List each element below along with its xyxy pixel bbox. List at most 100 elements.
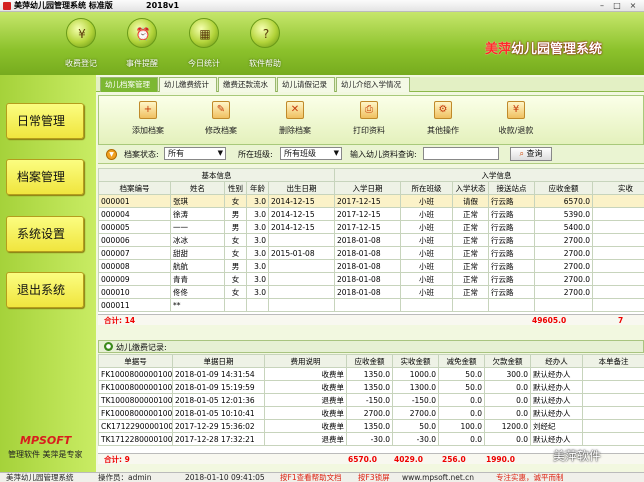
table-row[interactable]: FK1000800000100002018-01-09 14:31:54收费单1…: [98, 367, 644, 381]
table-row[interactable]: 000009青青女3.0 2018-01-08小班正常行云路2700.02: [98, 272, 644, 286]
col-header[interactable]: 实收金额: [392, 354, 439, 368]
col-header[interactable]: 姓名: [170, 181, 225, 195]
col-header[interactable]: 本单备注: [582, 354, 644, 368]
status-website[interactable]: www.mpsoft.net.cn: [402, 473, 474, 482]
table-cell: 小班: [400, 207, 453, 221]
status-lock-hint[interactable]: 按F3锁屏: [358, 473, 390, 482]
print-button[interactable]: ⎙ 打印资料: [343, 99, 395, 139]
table-row[interactable]: 000006冰冰女3.0 2018-01-08小班正常行云路2700.02: [98, 233, 644, 247]
table-row[interactable]: 000011 **: [98, 298, 644, 312]
table-row[interactable]: 000001 张琪女 3.0 2014-12-15 2017-12-15 小班 请假 行云路 6…: [98, 194, 644, 208]
tab-payment-flow[interactable]: 缴费还款流水: [218, 77, 276, 92]
sidebar-item-system-settings[interactable]: 系统设置: [6, 216, 84, 252]
table-row[interactable]: FK1000800000100002018-01-05 10:10:41收费单2…: [98, 406, 644, 420]
toolbar-fee-register-button[interactable]: ¥ 收费登记: [53, 16, 109, 72]
table-cell: 收费单: [264, 380, 347, 394]
toolbar-help-button[interactable]: ? 软件帮助: [237, 16, 293, 72]
table-cell: 0.0: [438, 432, 485, 446]
table-cell: 小班: [400, 233, 453, 247]
other-actions-button[interactable]: ⚙ 其他操作: [417, 99, 469, 139]
sidebar-item-records-management[interactable]: 档案管理: [6, 159, 84, 195]
table-row[interactable]: TK1000800000100002018-01-05 12:01:36退费单-…: [98, 393, 644, 407]
col-header[interactable]: 入学状态: [452, 181, 489, 195]
col-header[interactable]: 单据号: [98, 354, 173, 368]
col-header[interactable]: 减免金额: [438, 354, 485, 368]
table-row[interactable]: CK1712290000100002017-12-29 15:36:02收费单1…: [98, 419, 644, 433]
status-filter-select[interactable]: 所有 ▼: [164, 147, 226, 160]
col-header[interactable]: 年龄: [246, 181, 269, 195]
table-cell: 6570.0: [534, 194, 593, 208]
col-header[interactable]: 实收: [591, 181, 644, 195]
add-record-button[interactable]: + 添加档案: [122, 99, 174, 139]
action-label: 修改档案: [205, 126, 237, 135]
tab-enrollment-referral[interactable]: 幼儿介绍入学情况: [336, 77, 410, 92]
search-label: 输入幼儿资料查询:: [350, 150, 417, 159]
table-row[interactable]: 000010佟佟女3.0 2018-01-08小班正常行云路2700.02: [98, 285, 644, 299]
table-row[interactable]: TK1712280000100002017-12-28 17:32:21退费单-…: [98, 432, 644, 446]
edit-icon: ✎: [212, 101, 230, 119]
col-header[interactable]: 所在班级: [400, 181, 453, 195]
delete-record-button[interactable]: ✕ 删除档案: [269, 99, 321, 139]
col-header[interactable]: 欠款金额: [484, 354, 531, 368]
table-cell: 默认经办人: [530, 393, 583, 407]
table-cell: 2018-01-08: [334, 259, 401, 273]
action-label: 收款/退款: [498, 126, 534, 135]
close-button[interactable]: ×: [626, 0, 640, 11]
col-header[interactable]: 性别: [224, 181, 247, 195]
table-cell: 2700.0: [392, 406, 439, 420]
chevron-down-icon: ▼: [333, 149, 339, 157]
table-cell: 2018-01-05 12:01:36: [172, 393, 265, 407]
tab-leave-records[interactable]: 幼儿请假记录: [277, 77, 335, 92]
table-cell: 2018-01-08: [334, 246, 401, 260]
table-cell: 0.0: [484, 432, 531, 446]
col-header[interactable]: 入学日期: [334, 181, 401, 195]
sidebar-item-exit-system[interactable]: 退出系统: [6, 272, 84, 308]
table-cell: 2: [591, 259, 644, 273]
records-table-container[interactable]: 基本信息 入学信息 档案编号 姓名 性别 年龄 出生日期 入学日期 所在班级 入学状态 接送站点…: [98, 168, 644, 314]
table-cell: 行云路: [488, 194, 535, 208]
table-cell: 0.0: [438, 393, 485, 407]
calendar-icon: ▦: [189, 18, 219, 48]
table-row[interactable]: FK1000800000100002018-01-09 15:19:59收费单1…: [98, 380, 644, 394]
payment-refund-button[interactable]: ¥ 收款/退款: [490, 99, 542, 139]
col-header[interactable]: 应收金额: [346, 354, 393, 368]
table-cell: TK100080000010000: [98, 393, 173, 407]
search-button[interactable]: ⌕ 查询: [510, 147, 552, 161]
table-row[interactable]: 000004 徐涛男 3.0 2014-12-15 2017-12-15 小班 正常 行云路 5…: [98, 207, 644, 221]
col-header[interactable]: 单据日期: [172, 354, 265, 368]
table-cell: [534, 298, 593, 312]
table-cell: 1350.0: [346, 367, 393, 381]
table-row[interactable]: 000008航航男3.0 2018-01-08小班正常行云路2700.02: [98, 259, 644, 273]
table-row[interactable]: 000005 一一男 3.0 2014-12-15 2017-12-15 小班 正常 行云路 5…: [98, 220, 644, 234]
table-cell: 3.0: [246, 246, 269, 260]
table-cell: 小班: [400, 220, 453, 234]
tab-fee-statistics[interactable]: 幼儿缴费统计: [159, 77, 217, 92]
minimize-button[interactable]: –: [595, 0, 609, 11]
table-cell: 行云路: [488, 259, 535, 273]
table-cell: 2017-12-28 17:32:21: [172, 432, 265, 446]
status-bar: 美萍幼儿园管理系统 操作员：admin 2018-01-10 09:41:05 …: [0, 472, 644, 482]
search-input[interactable]: [423, 147, 499, 160]
table-cell: 行云路: [488, 220, 535, 234]
payments-discount-total: 256.0: [442, 455, 466, 464]
table-cell: 2017-12-15: [334, 207, 401, 221]
tab-child-records[interactable]: 幼儿档案管理: [100, 77, 158, 92]
table-cell: [268, 233, 335, 247]
table-row[interactable]: 000007 甜甜女 3.0 2015-01-08 2018-01-08 小班 正常 行云路 2…: [98, 246, 644, 260]
toolbar-today-stats-button[interactable]: ▦ 今日统计: [176, 16, 232, 72]
toolbar-event-reminder-button[interactable]: ⏰ 事件提醒: [114, 16, 170, 72]
payments-table-container[interactable]: 单据号 单据日期 费用说明 应收金额 实收金额 减免金额 欠款金额 经办人 本单备注 FK100…: [98, 354, 644, 453]
col-header[interactable]: 接送站点: [488, 181, 535, 195]
col-header[interactable]: 档案编号: [98, 181, 171, 195]
maximize-button[interactable]: □: [610, 0, 624, 11]
add-icon: +: [139, 101, 157, 119]
edit-record-button[interactable]: ✎ 修改档案: [195, 99, 247, 139]
table-cell: 2: [591, 285, 644, 299]
col-header[interactable]: 应收金额: [534, 181, 593, 195]
col-header[interactable]: 费用说明: [264, 354, 347, 368]
class-filter-select[interactable]: 所有班级 ▼: [280, 147, 342, 160]
status-help-hint[interactable]: 按F1查看帮助文档: [280, 473, 342, 482]
col-header[interactable]: 经办人: [530, 354, 583, 368]
sidebar-item-daily-management[interactable]: 日常管理: [6, 103, 84, 139]
col-header[interactable]: 出生日期: [268, 181, 335, 195]
